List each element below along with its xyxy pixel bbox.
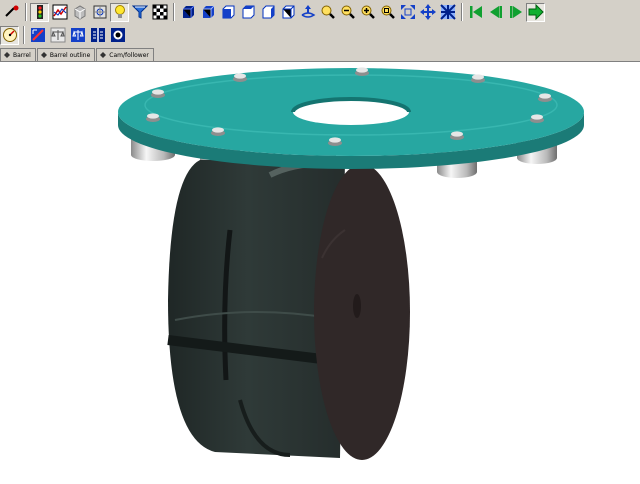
barrel-cam-model bbox=[118, 67, 584, 460]
tab-label: Barrel bbox=[13, 51, 31, 59]
fit-all-button[interactable] bbox=[398, 3, 417, 22]
tab-bar: Barrel Barrel outline Cam/follower bbox=[0, 47, 155, 61]
box-shade-button[interactable] bbox=[70, 3, 89, 22]
solid-view-icon bbox=[182, 5, 194, 18]
play-button[interactable] bbox=[526, 2, 545, 22]
previous-frame-icon bbox=[489, 6, 502, 18]
3d-viewport[interactable] bbox=[0, 62, 640, 480]
toolbar-row-2 bbox=[0, 24, 128, 46]
shaded-view-icon bbox=[202, 5, 214, 18]
next-frame-button[interactable] bbox=[506, 3, 525, 22]
lightbulb-icon bbox=[114, 5, 125, 18]
zoom-fit-icon bbox=[381, 5, 395, 19]
top-view-button[interactable] bbox=[238, 3, 257, 22]
grid-pattern-button[interactable] bbox=[438, 3, 457, 22]
tab-label: Cam/follower bbox=[109, 51, 149, 59]
part-icon bbox=[40, 52, 47, 58]
speedometer-icon bbox=[2, 28, 17, 42]
shaded-view-button[interactable] bbox=[198, 3, 217, 22]
top-view-icon bbox=[242, 5, 254, 19]
scale-button[interactable] bbox=[68, 26, 87, 45]
graph-icon bbox=[52, 4, 67, 20]
capture-icon bbox=[110, 28, 125, 42]
split-view-icon bbox=[90, 28, 105, 42]
filter-button[interactable] bbox=[130, 3, 149, 22]
zoom-out-icon bbox=[341, 5, 355, 19]
measure-button[interactable] bbox=[28, 26, 47, 45]
tab-barrel[interactable]: Barrel bbox=[0, 48, 36, 61]
zoom-in-button[interactable] bbox=[358, 3, 377, 22]
render-settings-button[interactable] bbox=[90, 3, 109, 22]
render-settings-icon bbox=[93, 5, 106, 19]
zoom-out-button[interactable] bbox=[338, 3, 357, 22]
part-icon bbox=[4, 52, 10, 58]
toolbar-separator bbox=[23, 26, 25, 44]
toolbar-area: Barrel Barrel outline Cam/follower bbox=[0, 0, 640, 62]
play-icon bbox=[528, 4, 544, 20]
balance-button[interactable] bbox=[48, 26, 67, 45]
tab-label: Barrel outline bbox=[49, 51, 91, 59]
scale-icon bbox=[70, 28, 85, 42]
split-view-button[interactable] bbox=[88, 26, 107, 45]
front-view-icon bbox=[222, 5, 234, 19]
toolbar-separator bbox=[25, 3, 27, 21]
rotate-icon bbox=[301, 5, 315, 18]
lightbulb-button[interactable] bbox=[110, 2, 129, 22]
checkerboard-button[interactable] bbox=[150, 3, 169, 22]
tab-cam-follower[interactable]: Cam/follower bbox=[96, 48, 154, 61]
measure-icon bbox=[30, 28, 45, 42]
balance-icon bbox=[50, 27, 65, 43]
pan-button[interactable] bbox=[418, 3, 437, 22]
graph-button[interactable] bbox=[50, 3, 69, 22]
grid-pattern-icon bbox=[439, 4, 456, 20]
next-frame-icon bbox=[509, 6, 522, 18]
toolbar-separator bbox=[461, 3, 463, 21]
zoom-window-button[interactable] bbox=[318, 3, 337, 22]
traffic-light-icon bbox=[36, 5, 43, 19]
barrel-cam bbox=[167, 160, 410, 460]
front-view-button[interactable] bbox=[218, 3, 237, 22]
toolbar-row-1 bbox=[0, 1, 546, 23]
pick-mode-icon bbox=[4, 5, 18, 17]
rotate-button[interactable] bbox=[298, 3, 317, 22]
zoom-fit-button[interactable] bbox=[378, 3, 397, 22]
iso-view-icon bbox=[282, 5, 294, 19]
tab-barrel-outline[interactable]: Barrel outline bbox=[36, 48, 96, 61]
pick-mode-button[interactable] bbox=[2, 3, 21, 22]
solid-view-button[interactable] bbox=[178, 3, 197, 22]
speedometer-button[interactable] bbox=[0, 25, 19, 45]
previous-frame-button[interactable] bbox=[486, 3, 505, 22]
capture-button[interactable] bbox=[108, 26, 127, 45]
side-view-icon bbox=[262, 5, 274, 19]
filter-icon bbox=[131, 5, 148, 19]
first-frame-button[interactable] bbox=[466, 3, 485, 22]
fit-all-icon bbox=[400, 5, 415, 19]
zoom-window-icon bbox=[321, 5, 335, 19]
pan-icon bbox=[419, 4, 436, 20]
checkerboard-icon bbox=[152, 4, 167, 20]
zoom-in-icon bbox=[361, 5, 375, 19]
turret-plate bbox=[118, 68, 584, 169]
toolbar-separator bbox=[173, 3, 175, 21]
traffic-light-button[interactable] bbox=[30, 2, 49, 22]
part-icon bbox=[100, 52, 107, 58]
side-view-button[interactable] bbox=[258, 3, 277, 22]
box-shade-icon bbox=[74, 5, 85, 20]
iso-view-button[interactable] bbox=[278, 3, 297, 22]
first-frame-icon bbox=[469, 6, 482, 18]
